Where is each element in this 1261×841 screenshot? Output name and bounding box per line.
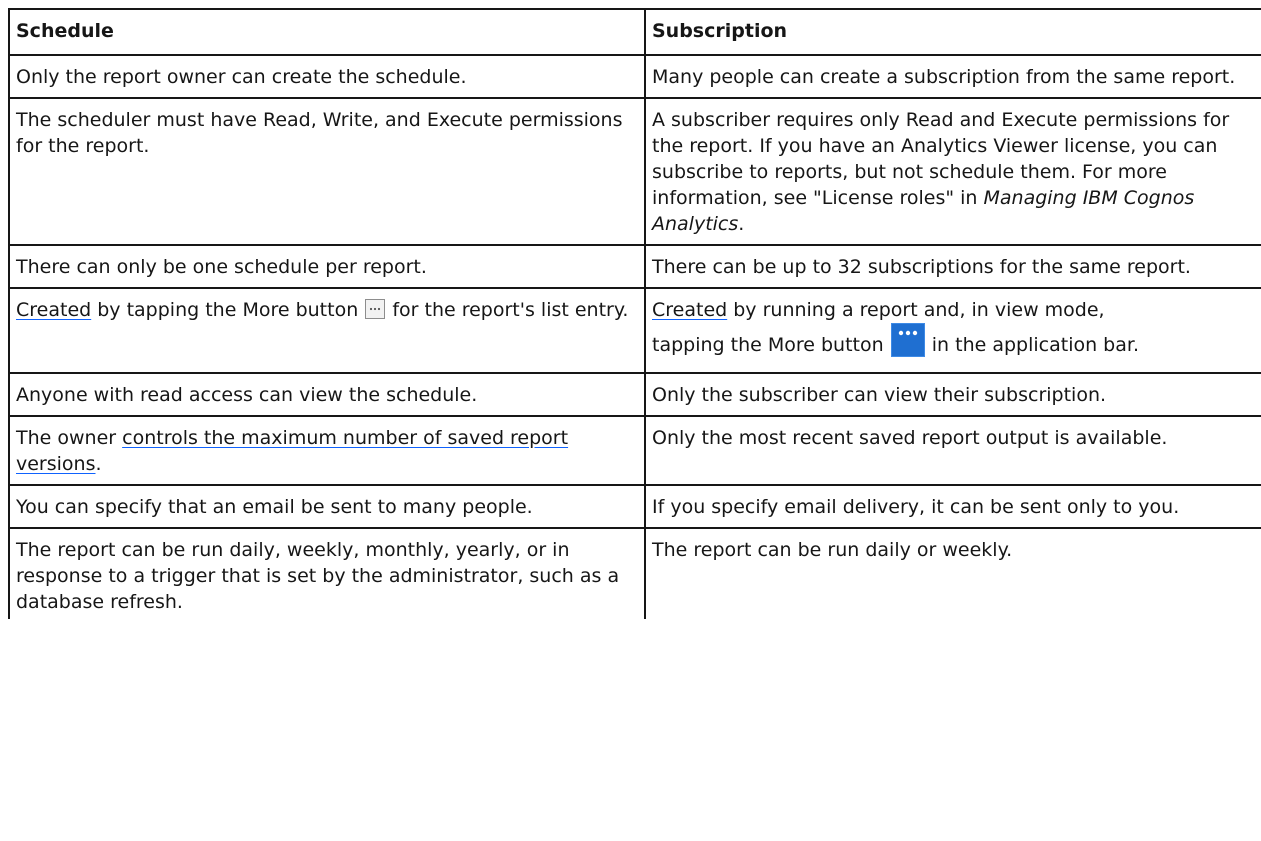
subscription-cell: A subscriber requires only Read and Exec… [644, 97, 1261, 246]
cell-text: The owner [16, 427, 123, 449]
schedule-cell: Only the report owner can create the sch… [8, 54, 646, 99]
cell-text-end: . [738, 213, 745, 235]
table-row: Anyone with read access can view the sch… [8, 372, 1261, 417]
cell-text-end: . [95, 453, 102, 475]
cell-text: for the report's list entry. [386, 299, 629, 321]
cell-text: in the application bar. [925, 334, 1139, 356]
header-row: Schedule Subscription [8, 8, 1261, 56]
subscription-cell: There can be up to 32 subscriptions for … [644, 244, 1261, 289]
table-row: The scheduler must have Read, Write, and… [8, 97, 1261, 246]
schedule-cell: There can only be one schedule per repor… [8, 244, 646, 289]
more-ellipsis-icon [365, 299, 386, 319]
schedule-cell: You can specify that an email be sent to… [8, 484, 646, 529]
table-row: There can only be one schedule per repor… [8, 244, 1261, 289]
schedule-cell: The scheduler must have Read, Write, and… [8, 97, 646, 246]
subscription-cell: Created by running a report and, in view… [644, 287, 1261, 374]
subscription-cell: Only the subscriber can view their subsc… [644, 372, 1261, 417]
header-subscription: Subscription [644, 8, 1261, 56]
created-link[interactable]: Created [652, 299, 727, 321]
cell-text: tapping the More button [652, 334, 890, 356]
header-schedule: Schedule [8, 8, 646, 56]
table-row: Created by tapping the More button for t… [8, 287, 1261, 374]
more-ellipsis-icon [890, 323, 925, 357]
schedule-cell: The report can be run daily, weekly, mon… [8, 527, 646, 619]
subscription-cell: The report can be run daily or weekly. [644, 527, 1261, 619]
cell-text: by tapping the More button [91, 299, 365, 321]
table-row: You can specify that an email be sent to… [8, 484, 1261, 529]
schedule-cell: Created by tapping the More button for t… [8, 287, 646, 374]
table-row: The report can be run daily, weekly, mon… [8, 527, 1261, 619]
created-link[interactable]: Created [16, 299, 91, 321]
table-row: The owner controls the maximum number of… [8, 415, 1261, 486]
schedule-cell: Anyone with read access can view the sch… [8, 372, 646, 417]
table-row: Only the report owner can create the sch… [8, 54, 1261, 99]
schedule-vs-subscription-table: Schedule Subscription Only the report ow… [8, 8, 1261, 619]
subscription-cell: Only the most recent saved report output… [644, 415, 1261, 486]
subscription-cell: Many people can create a subscription fr… [644, 54, 1261, 99]
subscription-cell: If you specify email delivery, it can be… [644, 484, 1261, 529]
schedule-cell: The owner controls the maximum number of… [8, 415, 646, 486]
cell-text: by running a report and, in view mode, [727, 299, 1105, 321]
